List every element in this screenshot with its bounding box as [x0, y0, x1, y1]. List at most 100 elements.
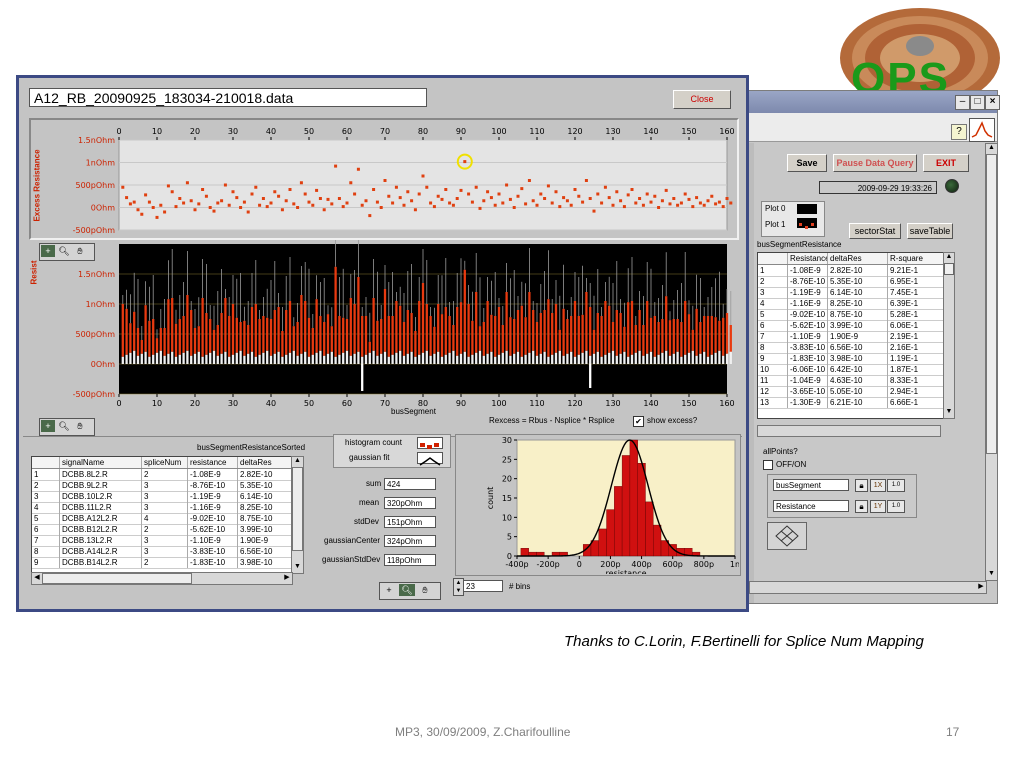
table-cell: -5.62E-10	[188, 524, 238, 535]
resistance-bar	[285, 310, 288, 355]
table-horizontal-scrollbar[interactable]	[757, 425, 941, 437]
bus-segment-resistance-sorted-table[interactable]: signalName spliceNum resistance deltaRes…	[31, 456, 293, 574]
table-vertical-scrollbar[interactable]: ▲ ▼	[943, 252, 955, 419]
sorted-table-horizontal-scrollbar[interactable]: ◀ ▶	[31, 572, 293, 585]
zoom-tool-icon[interactable]: 🔍︎	[399, 584, 415, 596]
x-scale-icon[interactable]: 1X	[870, 479, 886, 492]
sorted-table-vertical-scrollbar[interactable]: ▲ ▼	[291, 456, 304, 574]
data-point	[581, 200, 585, 204]
resistance-axis-field[interactable]: Resistance	[773, 500, 849, 512]
bus-segment-axis-field[interactable]: busSegment	[773, 479, 849, 491]
gaussian-fit-swatch[interactable]	[417, 452, 443, 466]
data-point	[322, 208, 326, 212]
table-cell: 2	[142, 469, 188, 480]
graph-navigator-icon[interactable]	[767, 522, 807, 550]
data-point	[516, 194, 520, 198]
column-header-signalname[interactable]: signalName	[60, 457, 142, 468]
table-cell: 6.06E-1	[888, 320, 944, 331]
save-table-button[interactable]: saveTable	[907, 223, 953, 239]
window-horizontal-scrollbar[interactable]: ▶	[749, 581, 987, 594]
resistance-bar	[524, 317, 527, 355]
data-point	[242, 200, 246, 204]
baseline-bar	[627, 356, 630, 364]
table-row[interactable]: 13 -1.30E-9 6.21E-10 6.66E-1	[758, 397, 944, 409]
column-header-resistance[interactable]: resistance	[188, 457, 238, 468]
exit-button[interactable]: EXIT	[923, 154, 969, 172]
sector-stat-button[interactable]: sectorStat	[849, 223, 901, 239]
resistance-bar	[307, 317, 311, 357]
lock-icon[interactable]: 🔒︎	[855, 479, 868, 492]
x-tick-label: 130	[605, 399, 620, 408]
minimize-icon[interactable]: –	[955, 95, 970, 110]
data-point	[641, 203, 645, 207]
data-point	[573, 188, 577, 191]
resistance-bar	[600, 316, 603, 357]
baseline-bar	[399, 350, 402, 364]
save-button[interactable]: Save	[787, 154, 827, 172]
x-tick-label: 30	[228, 127, 238, 136]
table-cell: -6.06E-10	[788, 364, 828, 375]
x-tick-label: 140	[643, 127, 658, 136]
crosshair-tool-icon[interactable]: +	[41, 420, 55, 432]
bins-input[interactable]: 23	[463, 580, 503, 592]
histogram-bar	[653, 524, 662, 557]
baseline-bar	[684, 354, 687, 364]
data-point	[311, 203, 315, 207]
row-index: 8	[758, 342, 788, 353]
baseline-bar	[140, 353, 143, 364]
resistance-bar	[642, 325, 645, 356]
data-point	[664, 188, 668, 192]
pause-data-query-button[interactable]: Pause Data Query	[833, 154, 917, 172]
column-header-rsquare[interactable]: R-square	[888, 253, 944, 264]
lock-icon[interactable]: 🔒︎	[855, 500, 868, 513]
table-row[interactable]: 9 DCBB.B14L2.R 2 -1.83E-10 3.98E-10	[32, 557, 292, 569]
baseline-bar	[585, 350, 588, 364]
zoom-tool-icon[interactable]: 🔍︎	[57, 420, 71, 432]
bus-segment-resistance-table[interactable]: Resistance deltaRes R-square 1 -1.08E-9 2.…	[757, 252, 945, 419]
resistance-bar	[494, 316, 497, 357]
pan-tool-icon[interactable]: ✋︎	[73, 420, 87, 432]
column-header-deltares[interactable]: deltaRes	[828, 253, 888, 264]
help-icon[interactable]: ?	[951, 124, 967, 140]
baseline-bar	[433, 353, 436, 364]
table-cell: DCBB.8L2.R	[60, 469, 142, 480]
baseline-bar	[258, 354, 261, 364]
column-header-resistance[interactable]: Resistance	[788, 253, 828, 264]
show-excess-checkbox[interactable]: ✔	[633, 416, 644, 427]
histogram-count-swatch[interactable]	[417, 437, 443, 449]
y-format-icon[interactable]: 1.0	[887, 500, 905, 513]
plot1-label: Plot 1	[765, 220, 786, 229]
column-header-splicenum[interactable]: spliceNum	[142, 457, 188, 468]
x-tick-label: 140	[643, 399, 658, 408]
x-format-icon[interactable]: 1.0	[887, 479, 905, 492]
baseline-bar	[205, 354, 208, 364]
table-cell: -3.65E-10	[788, 386, 828, 397]
resistance-bar	[661, 319, 664, 353]
crosshair-tool-icon[interactable]: +	[381, 584, 397, 596]
baseline-bar	[304, 351, 307, 364]
table-cell: 2	[142, 557, 188, 568]
all-points-checkbox[interactable]	[763, 460, 773, 470]
x-tick-label: 40	[266, 399, 276, 408]
table-cell: 2.94E-1	[888, 386, 944, 397]
plot1-swatch[interactable]	[797, 218, 817, 229]
window-vertical-scrollbar[interactable]: ▲ ▼	[985, 143, 998, 581]
data-point	[474, 185, 478, 189]
data-point	[717, 200, 721, 204]
resistance-bar	[532, 310, 535, 351]
row-index: 10	[758, 364, 788, 375]
data-point	[554, 190, 558, 194]
y-scale-icon[interactable]: 1Y	[870, 500, 886, 513]
pan-tool-icon[interactable]: ✋︎	[417, 584, 433, 596]
data-point	[383, 179, 387, 182]
plot0-swatch[interactable]	[797, 204, 817, 214]
resistance-bar	[292, 326, 295, 351]
close-button[interactable]: Close	[673, 90, 731, 109]
x-tick-label: 50	[304, 399, 314, 408]
column-header-deltares[interactable]: deltaRes	[238, 457, 292, 468]
row-index: 5	[32, 513, 60, 524]
baseline-bar	[513, 353, 516, 364]
close-icon[interactable]: ×	[985, 95, 1000, 110]
maximize-icon[interactable]: □	[970, 95, 985, 110]
resistance-bar	[573, 301, 577, 357]
